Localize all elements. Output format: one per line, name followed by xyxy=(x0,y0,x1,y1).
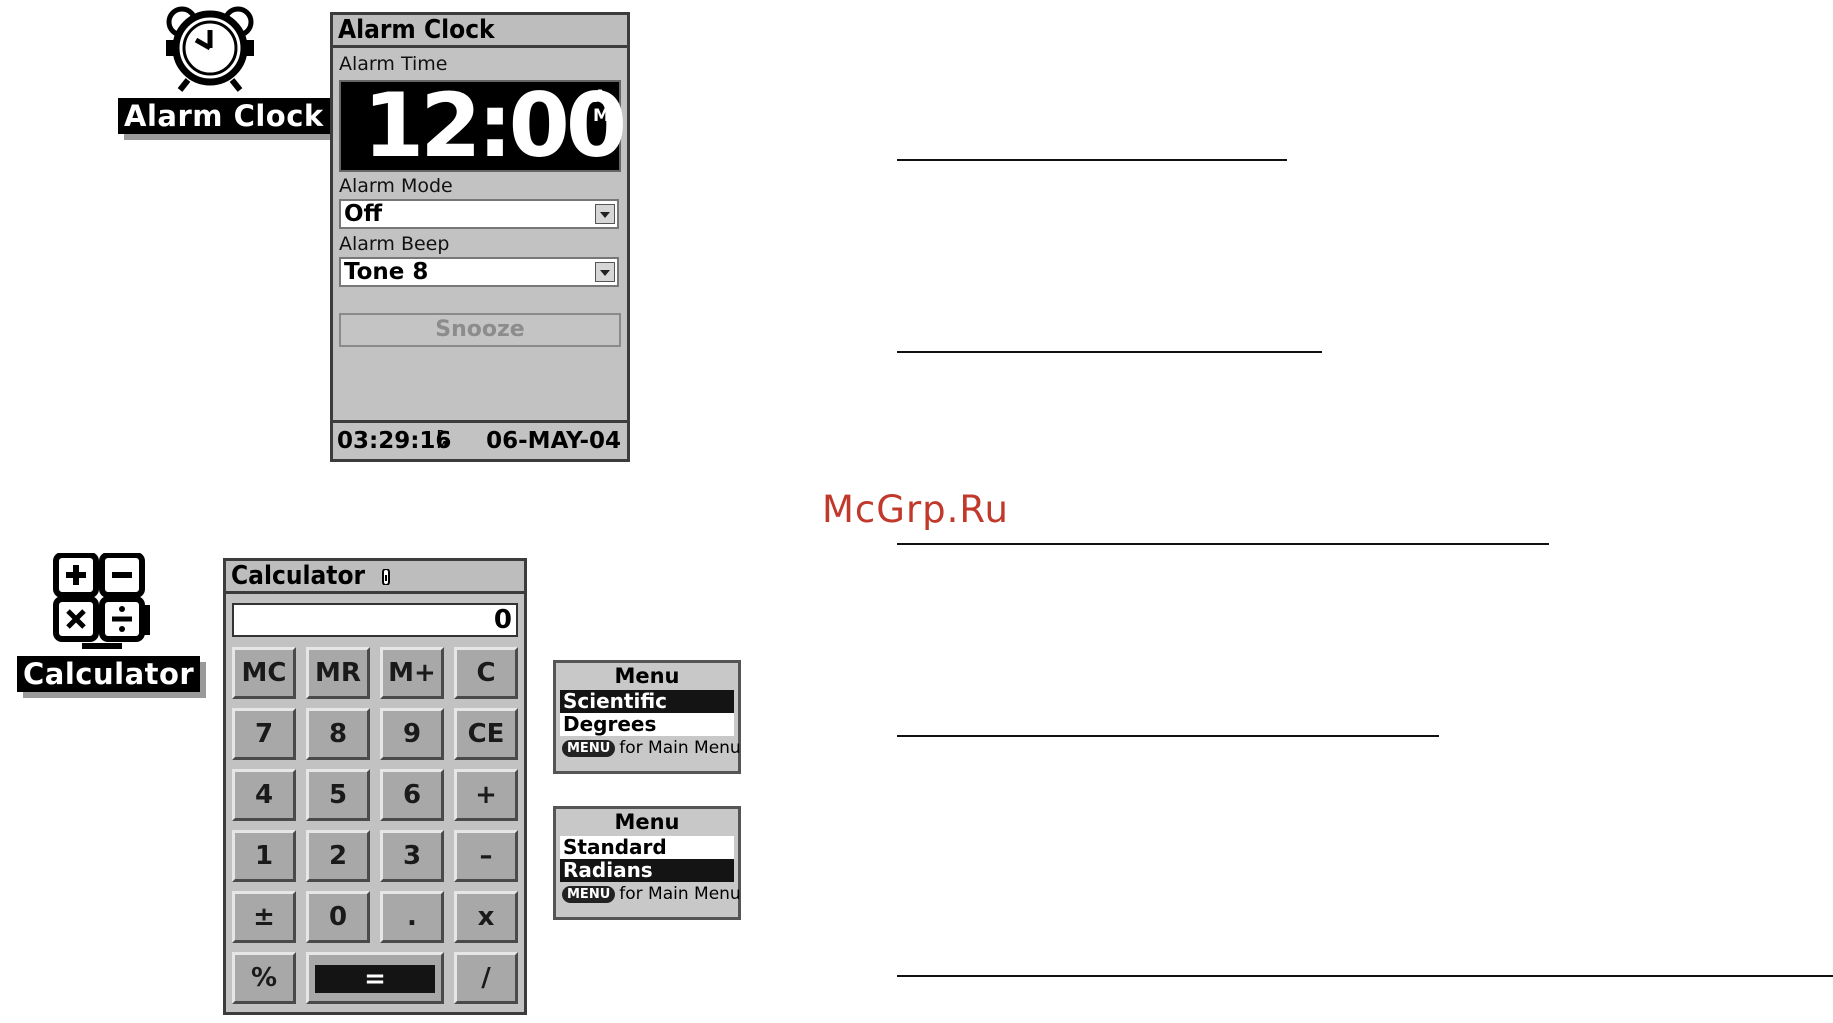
snooze-label: Snooze xyxy=(435,317,525,342)
calculator-title: Calculator xyxy=(231,561,366,591)
status-bar: 03:29:16 PM 06-MAY-04 xyxy=(333,420,627,459)
menu-title: Menu xyxy=(614,664,680,688)
calculator-display: 0 xyxy=(232,603,518,637)
alarm-time-label: Alarm Time xyxy=(339,53,448,75)
divider-line xyxy=(897,735,1439,737)
mode-menu-standard: Menu Standard Radians MENU for Main Menu xyxy=(553,806,741,920)
menu-key-icon: MENU xyxy=(562,740,616,757)
status-date: 06-MAY-04 xyxy=(486,428,621,454)
key-clear-entry[interactable]: CE xyxy=(454,708,518,760)
alarm-clock-icon-label: Alarm Clock xyxy=(118,98,330,134)
key-decimal[interactable]: . xyxy=(380,891,444,943)
key-5[interactable]: 5 xyxy=(306,769,370,821)
window-title: Calculator xyxy=(226,561,524,594)
calculator-window: Calculator 0 MC MR M+ C 7 8 9 CE 4 5 6 +1 2 3– ±0. x% = / xyxy=(223,558,527,1015)
key-equals[interactable]: = xyxy=(306,952,444,1004)
menu-list: Standard Radians xyxy=(560,836,734,882)
menu-footer-text: for Main Menu xyxy=(619,738,741,758)
status-time: 03:29:16 xyxy=(337,428,452,454)
alarm-clock-window: Alarm Clock Alarm Time 12:00 AM Alarm Mo… xyxy=(330,12,630,462)
window-title: Alarm Clock xyxy=(333,15,627,48)
menu-footer: MENU for Main Menu xyxy=(556,736,741,760)
key-6[interactable]: 6 xyxy=(380,769,444,821)
alarm-mode-value: Off xyxy=(344,201,383,227)
key-7[interactable]: 7 xyxy=(232,708,296,760)
key-9[interactable]: 9 xyxy=(380,708,444,760)
menu-item-degrees[interactable]: Degrees xyxy=(560,713,734,736)
alarm-beep-select[interactable]: Tone 8 xyxy=(339,257,619,287)
key-mc[interactable]: MC xyxy=(232,647,296,699)
divider-line xyxy=(897,543,1549,545)
menu-item-scientific[interactable]: Scientific xyxy=(560,690,734,713)
key-multiply[interactable]: x xyxy=(454,891,518,943)
key-mr[interactable]: MR xyxy=(306,647,370,699)
key-minus[interactable]: – xyxy=(454,830,518,882)
status-ampm: PM xyxy=(437,429,447,451)
key-percent[interactable]: % xyxy=(232,952,296,1004)
key-clear[interactable]: C xyxy=(454,647,518,699)
divider-line xyxy=(897,159,1287,161)
menu-footer: MENU for Main Menu xyxy=(556,882,741,906)
menu-key-icon: MENU xyxy=(562,886,616,903)
alarm-ampm: AM xyxy=(593,87,610,126)
key-plus[interactable]: + xyxy=(454,769,518,821)
key-2[interactable]: 2 xyxy=(306,830,370,882)
key-m-plus[interactable]: M+ xyxy=(380,647,444,699)
watermark: McGrp.Ru xyxy=(822,488,1009,531)
key-plus-minus[interactable]: ± xyxy=(232,891,296,943)
key-divide[interactable]: / xyxy=(454,952,518,1004)
menu-footer-text: for Main Menu xyxy=(619,884,741,904)
equals-key-face: = xyxy=(315,965,435,993)
key-4[interactable]: 4 xyxy=(232,769,296,821)
display-value: 0 xyxy=(493,605,512,635)
alarm-beep-value: Tone 8 xyxy=(344,259,429,285)
alarm-beep-label: Alarm Beep xyxy=(339,233,450,255)
mode-menu-scientific: Menu Scientific Degrees MENU for Main Men… xyxy=(553,660,741,774)
divider-line xyxy=(897,975,1833,977)
alarm-mode-select[interactable]: Off xyxy=(339,199,619,229)
divider-line xyxy=(897,351,1322,353)
key-3[interactable]: 3 xyxy=(380,830,444,882)
snooze-button[interactable]: Snooze xyxy=(339,313,621,347)
calculator-icon-label: Calculator xyxy=(17,656,201,692)
alarm-mode-label: Alarm Mode xyxy=(339,175,453,197)
alarm-time-value: 12:00 xyxy=(363,74,627,177)
menu-item-standard[interactable]: Standard xyxy=(560,836,734,859)
calculator-icon xyxy=(53,553,150,649)
key-0[interactable]: 0 xyxy=(306,891,370,943)
menu-list: Scientific Degrees xyxy=(560,690,734,736)
alarm-clock-icon xyxy=(166,6,254,92)
chevron-down-icon[interactable] xyxy=(595,262,615,282)
alarm-time-display[interactable]: 12:00 AM xyxy=(339,76,627,176)
key-8[interactable]: 8 xyxy=(306,708,370,760)
chevron-down-icon[interactable] xyxy=(595,204,615,224)
key-1[interactable]: 1 xyxy=(232,830,296,882)
menu-item-radians[interactable]: Radians xyxy=(560,859,734,882)
battery-icon xyxy=(382,568,391,586)
menu-title: Menu xyxy=(614,810,680,834)
